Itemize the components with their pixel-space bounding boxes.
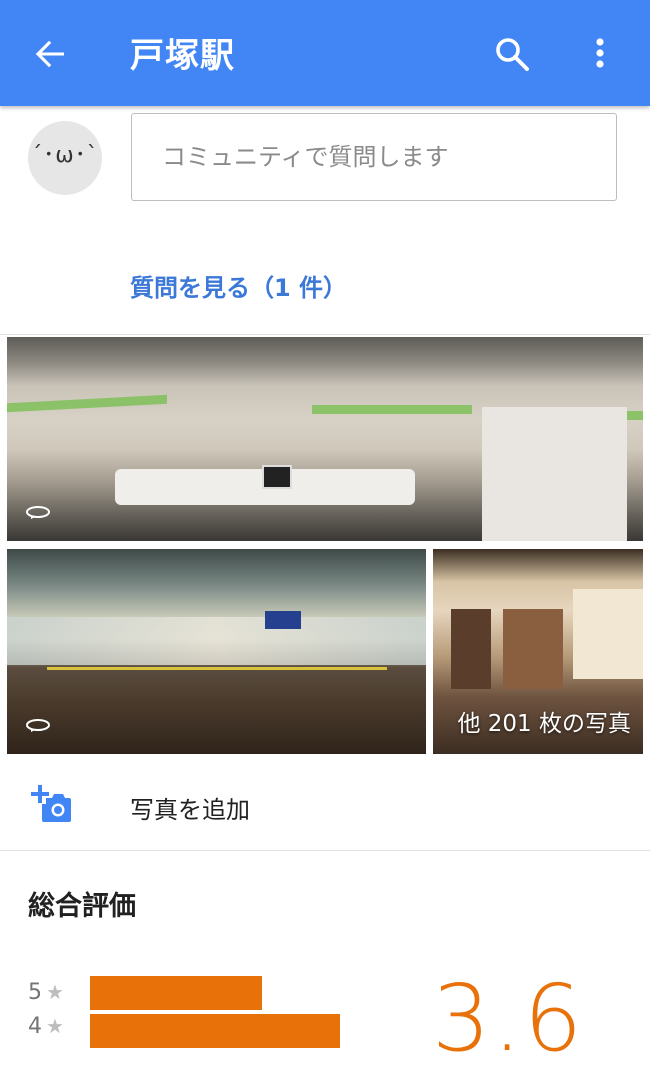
add-photo-icon[interactable]	[28, 784, 72, 824]
rating-row-4: 4 ★	[28, 1014, 64, 1039]
sign-board	[265, 611, 301, 629]
panorama-icon	[26, 506, 50, 519]
yellow-line	[47, 667, 387, 670]
rating-row-label: 5	[28, 980, 42, 1005]
app-bar: 戸塚駅	[0, 0, 650, 106]
shop-door	[451, 609, 491, 689]
search-icon[interactable]	[490, 32, 534, 76]
rating-heading: 総合評価	[28, 891, 136, 922]
section-divider	[0, 334, 650, 335]
avatar: ´･ω･`	[28, 121, 102, 195]
shop-window	[503, 609, 563, 689]
back-arrow-icon[interactable]	[30, 34, 70, 74]
shop-front	[573, 589, 643, 679]
photo-more[interactable]: 他 201 枚の写真	[433, 549, 643, 754]
average-rating: 3.6	[432, 965, 585, 1072]
see-questions-link[interactable]: 質問を見る（1 件）	[130, 268, 347, 303]
photo-panorama-concourse[interactable]	[7, 549, 426, 754]
tablet	[262, 465, 292, 489]
wall-stripe	[7, 394, 167, 413]
rating-row-5: 5 ★	[28, 980, 64, 1005]
more-photos-label: 他 201 枚の写真	[457, 711, 631, 737]
rating-bar-4	[90, 1014, 340, 1048]
more-vert-icon[interactable]	[580, 32, 620, 76]
rating-row-label: 4	[28, 1014, 42, 1039]
add-photo-button[interactable]: 写真を追加	[130, 790, 250, 825]
photo-panorama-restroom[interactable]	[7, 337, 643, 541]
wall-stripe	[312, 405, 472, 414]
page-title: 戸塚駅	[130, 36, 235, 76]
ticket-gates	[7, 617, 426, 665]
door	[482, 407, 627, 541]
star-icon: ★	[46, 980, 64, 1004]
star-icon: ★	[46, 1014, 64, 1038]
community-question-input[interactable]: コミュニティで質問します	[131, 113, 617, 201]
rating-bar-5	[90, 976, 262, 1010]
section-divider	[0, 850, 650, 851]
panorama-icon	[26, 719, 50, 732]
